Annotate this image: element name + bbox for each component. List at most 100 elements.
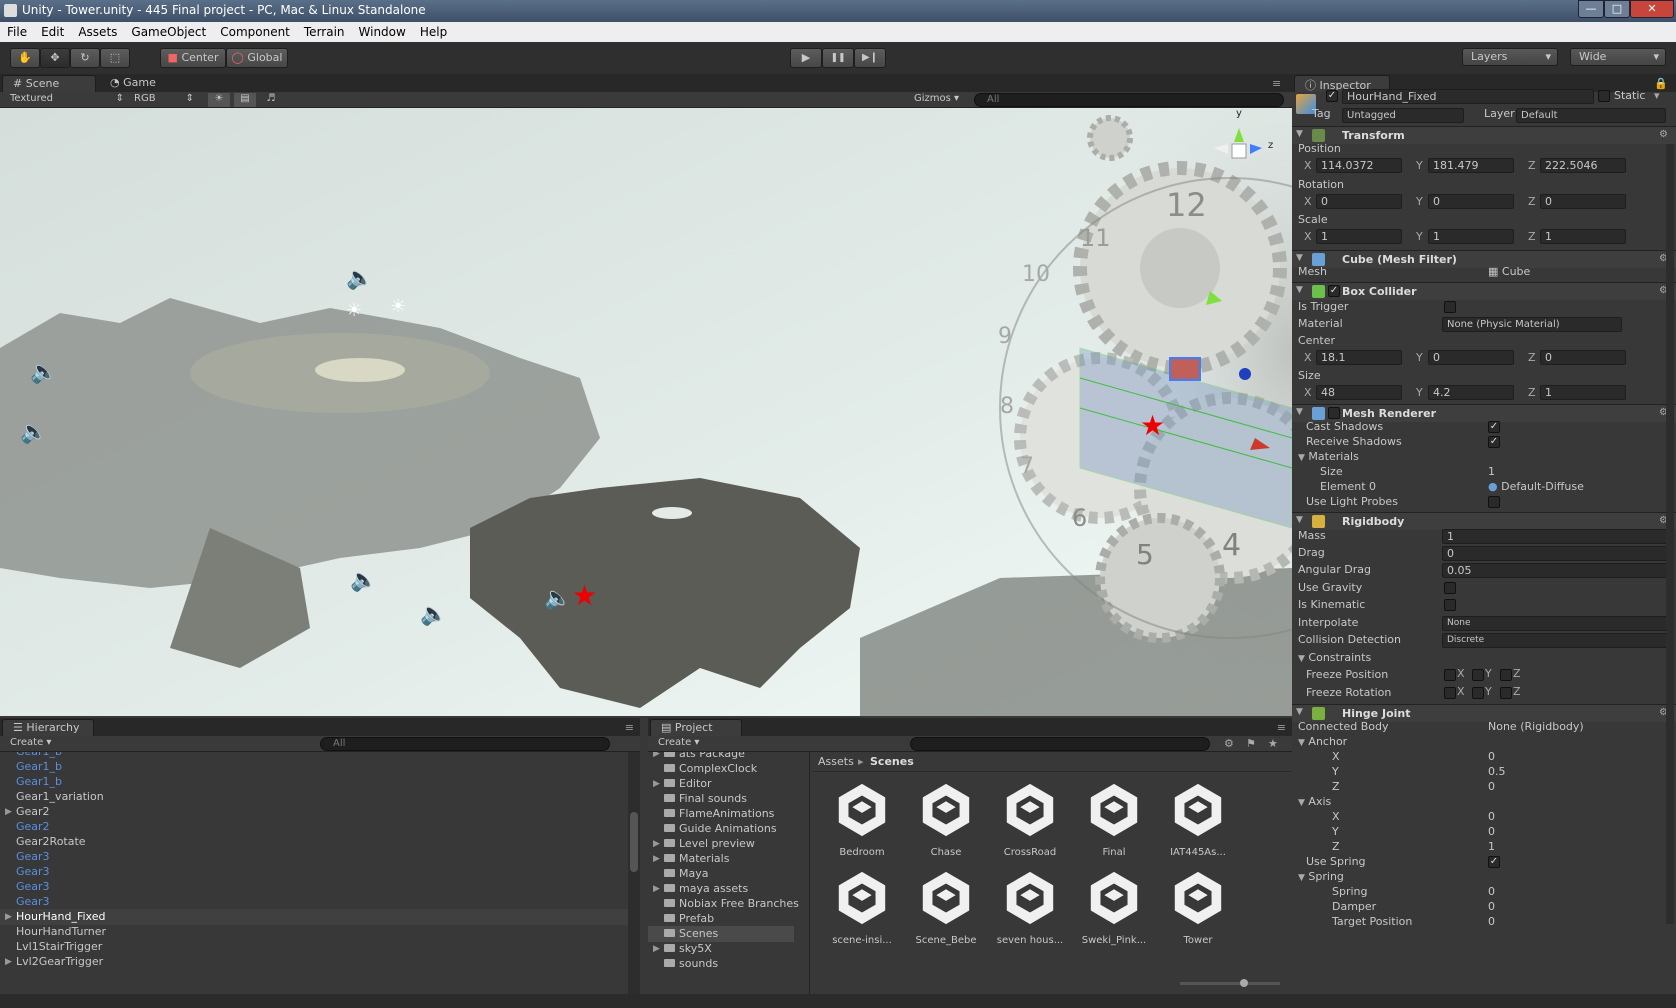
hierarchy-item[interactable]: Gear1_variation bbox=[0, 789, 630, 805]
filter-label-icon[interactable]: ⚑ bbox=[1246, 737, 1256, 750]
folder-item[interactable]: sounds bbox=[664, 956, 809, 972]
axis-x-value[interactable]: 0 bbox=[1488, 809, 1495, 825]
breadcrumb-assets[interactable]: Assets bbox=[818, 755, 854, 768]
spring-value[interactable]: 0 bbox=[1488, 884, 1495, 900]
freeze-rotation-x-checkbox[interactable] bbox=[1444, 687, 1456, 699]
project-create-dropdown[interactable]: Create ▾ bbox=[658, 737, 699, 748]
folder-item[interactable]: Prefab bbox=[664, 911, 809, 927]
rotation-z-input[interactable]: 0 bbox=[1540, 194, 1626, 209]
menu-edit[interactable]: Edit bbox=[34, 22, 71, 39]
scene-asset[interactable]: Tower bbox=[1156, 868, 1240, 946]
scene-asset[interactable]: Final bbox=[1072, 780, 1156, 858]
hierarchy-item[interactable]: ▶ Lvl2GearTrigger bbox=[0, 954, 630, 970]
color-mode-dropdown[interactable]: RGB ⇕ bbox=[134, 93, 198, 107]
freeze-position-x-checkbox[interactable] bbox=[1444, 669, 1456, 681]
scene-asset[interactable]: Bedroom bbox=[820, 780, 904, 858]
folder-item[interactable]: ▶ Editor bbox=[653, 776, 809, 792]
hierarchy-item[interactable]: Gear3 bbox=[0, 894, 630, 910]
rotate-tool-button[interactable]: ↻ bbox=[70, 48, 100, 68]
scene-viewport[interactable]: y z 12 11 10 9 8 7 6 5 4 🔈 🔈 🔈 🔈 🔈 🔈 ☀ ☀… bbox=[0, 108, 1292, 716]
play-button[interactable]: ▶ bbox=[790, 48, 822, 68]
folder-item[interactable]: ▶ sky5X bbox=[653, 941, 809, 957]
tab-hierarchy[interactable]: ☰ Hierarchy bbox=[2, 719, 94, 736]
lighting-toggle[interactable]: ☀ bbox=[208, 93, 230, 107]
pause-button[interactable]: ❚❚ bbox=[822, 48, 854, 68]
damper-value[interactable]: 0 bbox=[1488, 899, 1495, 915]
close-button[interactable]: ✕ bbox=[1630, 0, 1674, 18]
scale-y-input[interactable]: 1 bbox=[1428, 229, 1514, 244]
menu-file[interactable]: File bbox=[0, 22, 34, 39]
menu-terrain[interactable]: Terrain bbox=[297, 22, 352, 39]
layer-dropdown[interactable]: Default bbox=[1516, 108, 1666, 123]
pivot-center-button[interactable]: ■ Center bbox=[160, 48, 226, 68]
box-collider-enabled-checkbox[interactable]: ✓ bbox=[1328, 285, 1340, 297]
expand-arrow-icon[interactable]: ▶ bbox=[653, 776, 660, 792]
object-name-input[interactable]: HourHand_Fixed bbox=[1342, 89, 1594, 104]
inspector-scrollbar[interactable] bbox=[1666, 144, 1674, 924]
scene-asset[interactable]: CrossRoad bbox=[988, 780, 1072, 858]
cast-shadows-checkbox[interactable]: ✓ bbox=[1488, 421, 1500, 433]
panel-menu-icon[interactable]: ≡ bbox=[1277, 721, 1286, 734]
hierarchy-item[interactable]: Gear1_b bbox=[0, 759, 630, 775]
filter-type-icon[interactable]: ⚙ bbox=[1224, 737, 1234, 750]
is-kinematic-checkbox[interactable] bbox=[1444, 599, 1456, 611]
active-checkbox[interactable]: ✓ bbox=[1326, 90, 1338, 102]
menu-window[interactable]: Window bbox=[352, 22, 413, 39]
transform-header[interactable]: ▼ Transform ⚙ bbox=[1292, 126, 1676, 144]
mesh-filter-header[interactable]: ▼ Cube (Mesh Filter) ⚙ bbox=[1292, 250, 1676, 268]
gizmos-dropdown[interactable]: Gizmos ▾ bbox=[914, 93, 968, 107]
folder-item[interactable]: Maya bbox=[664, 866, 809, 882]
expand-arrow-icon[interactable]: ▶ bbox=[653, 941, 660, 957]
skybox-toggle[interactable]: ▤ bbox=[234, 93, 256, 107]
render-mode-dropdown[interactable]: Textured ⇕ bbox=[10, 93, 128, 107]
scene-asset[interactable]: Chase bbox=[904, 780, 988, 858]
size-y-input[interactable]: 4.2 bbox=[1428, 385, 1514, 400]
folder-item[interactable]: ComplexClock bbox=[664, 761, 809, 777]
freeze-position-z-checkbox[interactable] bbox=[1500, 669, 1512, 681]
spring-foldout[interactable]: ▼ Spring bbox=[1298, 869, 1344, 885]
materials-foldout[interactable]: ▼ Materials bbox=[1298, 449, 1359, 465]
folder-item[interactable]: ▶ Materials bbox=[653, 851, 809, 867]
center-y-input[interactable]: 0 bbox=[1428, 350, 1514, 365]
axis-foldout[interactable]: ▼ Axis bbox=[1298, 794, 1331, 810]
hierarchy-item[interactable]: Gear3 bbox=[0, 879, 630, 895]
light-probes-checkbox[interactable] bbox=[1488, 496, 1500, 508]
target-position-value[interactable]: 0 bbox=[1488, 914, 1495, 930]
freeze-position-y-checkbox[interactable] bbox=[1472, 669, 1484, 681]
collision-detection-dropdown[interactable]: Discrete bbox=[1442, 633, 1668, 648]
hierarchy-item[interactable]: Lvl1StairTrigger bbox=[0, 939, 630, 955]
tab-game[interactable]: ◔ Game bbox=[100, 75, 180, 92]
hierarchy-search-input[interactable]: All bbox=[320, 737, 610, 751]
scene-asset[interactable]: scene-insi... bbox=[820, 868, 904, 946]
anchor-y-value[interactable]: 0.5 bbox=[1488, 764, 1506, 780]
materials-size-value[interactable]: 1 bbox=[1488, 464, 1495, 480]
menu-component[interactable]: Component bbox=[213, 22, 297, 39]
folder-item[interactable]: Nobiax Free Branches bbox=[664, 896, 809, 912]
scene-asset[interactable]: seven hous... bbox=[988, 868, 1072, 946]
element0-field[interactable]: ● Default-Diffuse bbox=[1488, 479, 1584, 495]
folder-item[interactable]: FlameAnimations bbox=[664, 806, 809, 822]
icon-size-slider[interactable] bbox=[1180, 979, 1280, 987]
expand-arrow-icon[interactable]: ▶ bbox=[653, 752, 660, 762]
tab-project[interactable]: ▤ Project bbox=[650, 719, 742, 736]
maximize-button[interactable]: □ bbox=[1604, 0, 1630, 18]
folder-item[interactable]: Final sounds bbox=[664, 791, 809, 807]
anchor-z-value[interactable]: 0 bbox=[1488, 779, 1495, 795]
hierarchy-item[interactable]: ▶ Gear2 bbox=[0, 804, 630, 820]
hierarchy-item[interactable]: Gear3 bbox=[0, 864, 630, 880]
expand-arrow-icon[interactable]: ▶ bbox=[5, 954, 12, 970]
audio-toggle[interactable]: ♬ bbox=[260, 93, 282, 107]
use-spring-checkbox[interactable]: ✓ bbox=[1488, 856, 1500, 868]
project-search-input[interactable] bbox=[910, 737, 1210, 751]
scene-asset[interactable]: Scene_Bebe bbox=[904, 868, 988, 946]
freeze-rotation-z-checkbox[interactable] bbox=[1500, 687, 1512, 699]
panel-menu-icon[interactable]: ≡ bbox=[625, 721, 634, 734]
expand-arrow-icon[interactable]: ▶ bbox=[653, 836, 660, 852]
mesh-renderer-enabled-checkbox[interactable] bbox=[1328, 407, 1340, 419]
tab-scene[interactable]: # Scene bbox=[2, 75, 96, 92]
folder-item[interactable]: Guide Animations bbox=[664, 821, 809, 837]
axis-y-value[interactable]: 0 bbox=[1488, 824, 1495, 840]
scene-asset[interactable]: IAT445As... bbox=[1156, 780, 1240, 858]
material-field[interactable]: None (Physic Material) bbox=[1442, 317, 1622, 332]
interpolate-dropdown[interactable]: None bbox=[1442, 616, 1668, 631]
